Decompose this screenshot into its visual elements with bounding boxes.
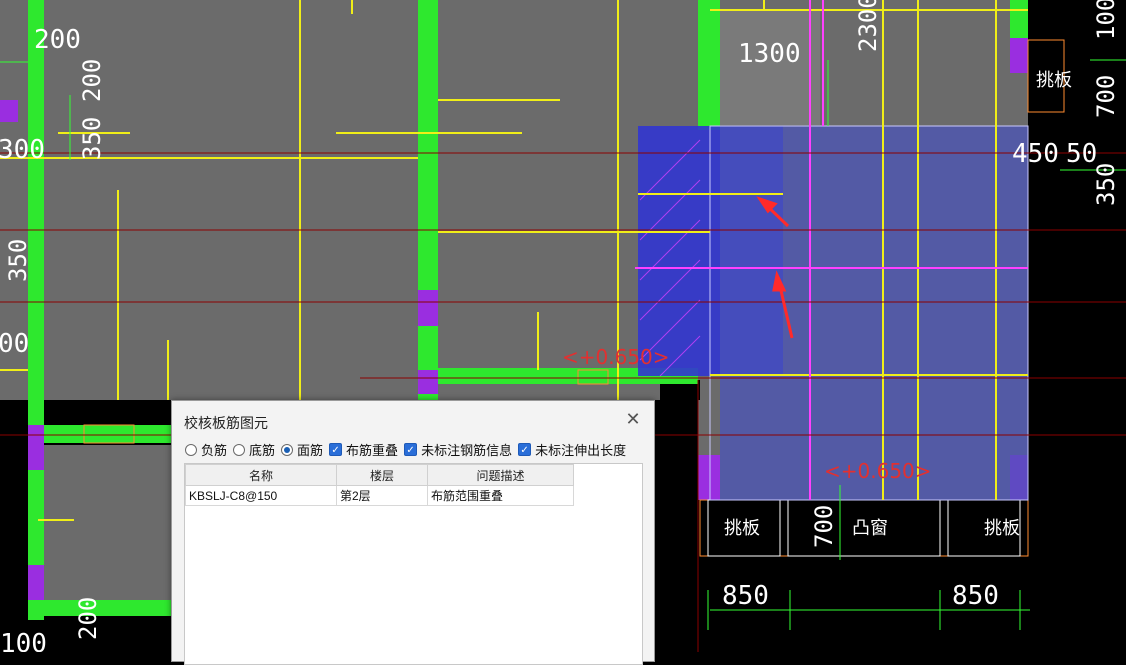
radio-icon xyxy=(233,443,246,456)
radio-top-rebar[interactable]: 面筋 xyxy=(281,440,323,459)
elevation-label: <+0.650> xyxy=(562,345,670,369)
column-header-name[interactable]: 名称 xyxy=(185,464,337,486)
checkbox-unlabeled-length[interactable]: ✓ 未标注伸出长度 xyxy=(518,440,626,459)
elevation-label: <+0.650> xyxy=(824,459,932,483)
radio-label: 底筋 xyxy=(249,443,276,458)
radio-label: 负筋 xyxy=(201,443,228,458)
checkbox-label: 未标注钢筋信息 xyxy=(421,443,513,458)
dim-1300: 1300 xyxy=(738,39,801,69)
radio-negative-rebar[interactable]: 负筋 xyxy=(185,440,227,459)
radio-selected-icon xyxy=(281,443,294,456)
cantilever-label: 挑板 xyxy=(984,518,1020,539)
dim-700: 700 xyxy=(1092,75,1120,118)
checkbox-overlap[interactable]: ✓ 布筋重叠 xyxy=(329,440,398,459)
checkmark-icon: ✓ xyxy=(404,443,418,456)
radio-label: 面筋 xyxy=(297,443,324,458)
filter-options: 负筋 底筋 面筋 ✓ 布筋重叠 ✓ 未标注钢筋信息 ✓ 未标注伸出长度 xyxy=(185,440,632,459)
close-icon[interactable]: ✕ xyxy=(624,410,642,428)
radio-bottom-rebar[interactable]: 底筋 xyxy=(233,440,275,459)
dialog-title: 校核板筋图元 xyxy=(184,415,268,431)
dim-700: 700 xyxy=(810,505,838,548)
highlight-slab xyxy=(720,126,1028,500)
cell-issue: 布筋范围重叠 xyxy=(427,485,574,506)
dim-850: 850 xyxy=(952,581,999,611)
dim-200: 200 xyxy=(78,59,106,102)
result-grid[interactable]: 名称 楼层 问题描述 KBSLJ-C8@150 第2层 布筋范围重叠 xyxy=(184,463,643,665)
radio-icon xyxy=(185,443,197,456)
checkbox-label: 未标注伸出长度 xyxy=(535,443,627,458)
dim-2300: 2300 xyxy=(854,0,882,52)
dim-350: 350 xyxy=(78,117,106,160)
dim-350: 350 xyxy=(1092,163,1120,206)
result-table: 名称 楼层 问题描述 KBSLJ-C8@150 第2层 布筋范围重叠 xyxy=(185,464,574,506)
dim-100: 100 xyxy=(1092,0,1120,40)
checkbox-unlabeled-info[interactable]: ✓ 未标注钢筋信息 xyxy=(404,440,512,459)
column-header-floor[interactable]: 楼层 xyxy=(336,464,428,486)
floor-area xyxy=(44,445,172,615)
bay-window-label: 凸窗 xyxy=(852,518,888,539)
dim-200: 200 xyxy=(74,597,102,640)
cell-name: KBSLJ-C8@150 xyxy=(185,485,337,506)
checkbox-label: 布筋重叠 xyxy=(346,443,399,458)
cell-floor: 第2层 xyxy=(336,485,428,506)
cantilever-label: 挑板 xyxy=(724,518,760,539)
dim-00: 00 xyxy=(0,329,29,359)
checkmark-icon: ✓ xyxy=(329,443,343,456)
table-row[interactable]: KBSLJ-C8@150 第2层 布筋范围重叠 xyxy=(185,485,574,506)
dim-100: 100 xyxy=(0,629,47,652)
checkmark-icon: ✓ xyxy=(518,443,532,456)
dim-350: 350 xyxy=(4,239,32,282)
cantilever-label: 挑板 xyxy=(1036,70,1072,91)
dim-300: 300 xyxy=(0,135,45,165)
dim-850: 850 xyxy=(722,581,769,611)
column-header-issue[interactable]: 问题描述 xyxy=(427,464,574,486)
check-rebar-dialog: 校核板筋图元 ✕ 负筋 底筋 面筋 ✓ 布筋重叠 ✓ 未标注钢筋信息 ✓ 未标注… xyxy=(171,400,655,665)
dim-200: 200 xyxy=(34,25,81,55)
dim-450: 450 xyxy=(1012,139,1059,169)
